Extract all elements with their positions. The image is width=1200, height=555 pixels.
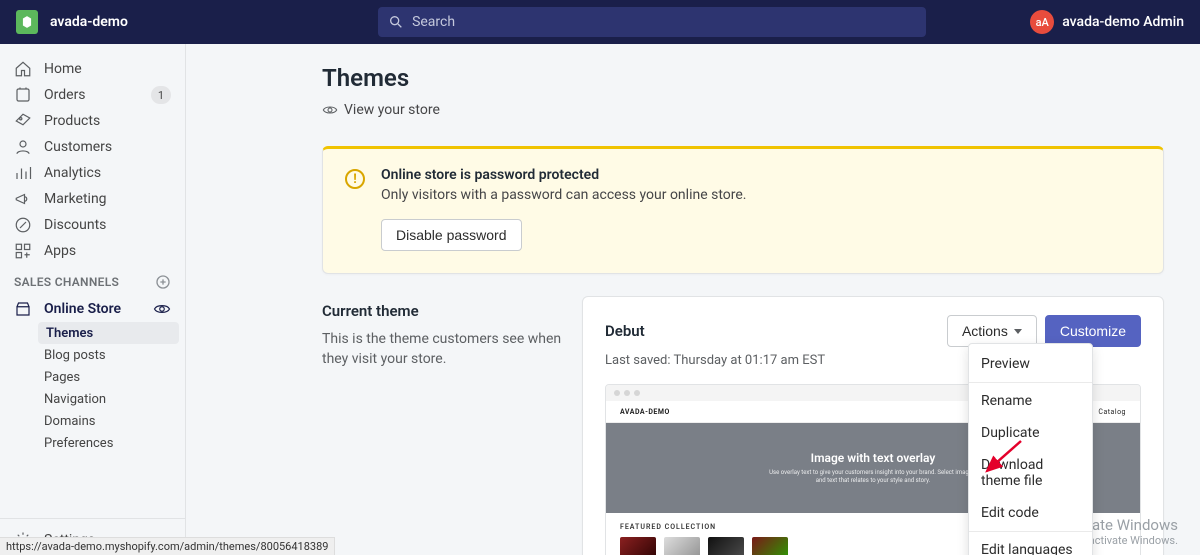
nav-apps[interactable]: Apps bbox=[0, 238, 185, 264]
user-menu[interactable]: aA avada-demo Admin bbox=[1030, 10, 1184, 34]
nav-sub-pages[interactable]: Pages bbox=[0, 366, 185, 388]
password-banner-title: Online store is password protected bbox=[381, 167, 746, 183]
orders-icon bbox=[14, 86, 32, 104]
nav-analytics[interactable]: Analytics bbox=[0, 160, 185, 186]
current-theme-heading: Current theme bbox=[322, 302, 562, 320]
nav-orders[interactable]: Orders 1 bbox=[0, 82, 185, 108]
store-name: avada-demo bbox=[50, 14, 128, 30]
theme-card: Debut Actions Customize Last saved: Thur… bbox=[582, 296, 1164, 555]
dropdown-duplicate[interactable]: Duplicate bbox=[969, 417, 1092, 449]
dropdown-edit-languages[interactable]: Edit languages bbox=[969, 534, 1092, 555]
nav-products[interactable]: Products bbox=[0, 108, 185, 134]
apps-icon bbox=[14, 242, 32, 260]
products-icon bbox=[14, 112, 32, 130]
shopify-logo-icon bbox=[16, 10, 38, 34]
preview-product-thumb bbox=[752, 537, 788, 555]
nav-home-label: Home bbox=[44, 61, 82, 77]
actions-dropdown: Preview Rename Duplicate Download theme … bbox=[968, 343, 1093, 555]
nav-online-store[interactable]: Online Store bbox=[0, 296, 185, 322]
chevron-down-icon bbox=[1014, 329, 1022, 334]
nav-sub-blog-posts[interactable]: Blog posts bbox=[0, 344, 185, 366]
store-icon bbox=[14, 300, 32, 318]
disable-password-button[interactable]: Disable password bbox=[381, 219, 522, 251]
password-banner: Online store is password protected Only … bbox=[322, 146, 1164, 274]
dropdown-download[interactable]: Download theme file bbox=[969, 449, 1092, 497]
analytics-icon bbox=[14, 164, 32, 182]
preview-hero-subtitle: Use overlay text to give your customers … bbox=[768, 469, 978, 485]
current-theme-description: This is the theme customers see when the… bbox=[322, 330, 562, 369]
preview-brand: AVADA-DEMO bbox=[620, 408, 670, 416]
view-store-link[interactable]: View your store bbox=[322, 102, 1164, 118]
nav-apps-label: Apps bbox=[44, 243, 76, 259]
search-placeholder: Search bbox=[412, 14, 455, 30]
customers-icon bbox=[14, 138, 32, 156]
nav-home[interactable]: Home bbox=[0, 56, 185, 82]
user-name: avada-demo Admin bbox=[1062, 14, 1184, 30]
warning-icon bbox=[345, 169, 365, 189]
nav-sub-navigation[interactable]: Navigation bbox=[0, 388, 185, 410]
status-bar-url: https://avada-demo.myshopify.com/admin/t… bbox=[0, 537, 335, 555]
dropdown-preview[interactable]: Preview bbox=[969, 348, 1092, 380]
sidebar: Home Orders 1 Products Customers Analyti… bbox=[0, 44, 186, 555]
nav-customers-label: Customers bbox=[44, 139, 112, 155]
main-content: Themes View your store Online store is p… bbox=[186, 44, 1200, 555]
current-theme-info: Current theme This is the theme customer… bbox=[322, 296, 562, 555]
nav-sub-preferences[interactable]: Preferences bbox=[0, 432, 185, 454]
nav-products-label: Products bbox=[44, 113, 100, 129]
nav-sub-themes[interactable]: Themes bbox=[38, 322, 179, 344]
marketing-icon bbox=[14, 190, 32, 208]
nav-sub-domains[interactable]: Domains bbox=[0, 410, 185, 432]
nav-marketing[interactable]: Marketing bbox=[0, 186, 185, 212]
discounts-icon bbox=[14, 216, 32, 234]
preview-product-thumb bbox=[708, 537, 744, 555]
preview-nav-catalog: Catalog bbox=[1098, 408, 1126, 416]
nav-marketing-label: Marketing bbox=[44, 191, 107, 207]
nav-orders-label: Orders bbox=[44, 87, 86, 103]
preview-product-thumb bbox=[664, 537, 700, 555]
nav-analytics-label: Analytics bbox=[44, 165, 101, 181]
nav-discounts-label: Discounts bbox=[44, 217, 106, 233]
dropdown-rename[interactable]: Rename bbox=[969, 385, 1092, 417]
preview-product-thumb bbox=[620, 537, 656, 555]
nav-online-store-label: Online Store bbox=[44, 301, 121, 317]
eye-icon[interactable] bbox=[153, 300, 171, 318]
nav-customers[interactable]: Customers bbox=[0, 134, 185, 160]
add-channel-icon[interactable] bbox=[155, 274, 171, 290]
preview-hero-title: Image with text overlay bbox=[811, 451, 936, 465]
topbar: avada-demo Search aA avada-demo Admin bbox=[0, 0, 1200, 44]
sales-channels-header: SALES CHANNELS bbox=[0, 264, 185, 296]
view-store-label: View your store bbox=[344, 102, 440, 118]
orders-badge: 1 bbox=[151, 86, 171, 104]
home-icon bbox=[14, 60, 32, 78]
avatar: aA bbox=[1030, 10, 1054, 34]
search-input[interactable]: Search bbox=[378, 7, 926, 37]
eye-icon bbox=[322, 102, 338, 118]
dropdown-edit-code[interactable]: Edit code bbox=[969, 497, 1092, 529]
actions-label: Actions bbox=[962, 323, 1008, 339]
search-icon bbox=[388, 14, 404, 30]
password-banner-subtitle: Only visitors with a password can access… bbox=[381, 187, 746, 203]
theme-name: Debut bbox=[605, 322, 645, 340]
page-title: Themes bbox=[322, 64, 1164, 92]
nav-discounts[interactable]: Discounts bbox=[0, 212, 185, 238]
